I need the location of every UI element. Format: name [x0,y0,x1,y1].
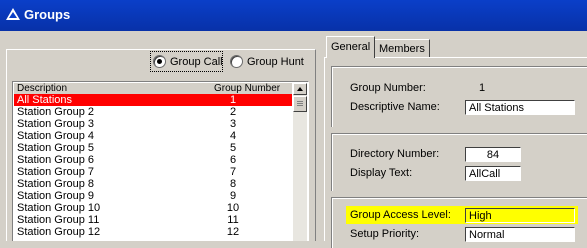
list-row[interactable]: Station Group 6 6 [14,154,292,166]
row-description: Station Group 4 [17,130,95,142]
app-icon [6,8,20,20]
row-group-number: 8 [229,178,237,190]
row-group-number: 4 [229,130,237,142]
list-row[interactable]: Station Group 3 3 [14,118,292,130]
directory-number-field[interactable]: 84 [465,147,521,162]
list-row[interactable]: Station Group 8 8 [14,178,292,190]
row-group-number: 2 [229,106,237,118]
list-row[interactable]: All Stations 1 [14,94,292,106]
column-header-group-number[interactable]: Group Number [214,83,280,94]
row-description: Station Group 11 [17,214,100,226]
display-text-field[interactable]: AllCall [465,166,521,181]
list-row[interactable]: Station Group 4 4 [14,130,292,142]
group-call-radio[interactable]: Group Call [153,55,223,68]
list-row[interactable]: Station Group 9 9 [14,190,292,202]
list-rows: All Stations 1 Station Group 2 2 Station G… [14,94,292,238]
list-row[interactable]: Station Group 5 5 [14,142,292,154]
row-group-number: 7 [229,166,237,178]
row-group-number: 10 [226,202,240,214]
row-group-number: 9 [229,190,237,202]
row-group-number: 12 [226,226,240,238]
group-call-label: Group Call [170,55,223,68]
descriptive-name-label: Descriptive Name: [350,101,440,113]
general-tab-page: Group Number: 1 Descriptive Name: All St… [324,57,587,248]
tab-general[interactable]: General [326,36,376,58]
group-number-value: 1 [479,82,486,94]
list-row[interactable]: Station Group 12 12 [14,226,292,238]
radio-selected-icon [153,55,166,68]
group-identity-section: Group Number: 1 Descriptive Name: All St… [331,66,587,127]
grip-line [297,101,303,102]
group-access-level-field[interactable]: High [465,208,575,223]
row-description: Station Group 6 [17,154,95,166]
row-group-number: 3 [229,118,237,130]
group-list[interactable]: Description Group Number All Stations 1 S… [12,81,309,241]
row-description: Station Group 8 [17,178,95,190]
vertical-scrollbar[interactable] [293,83,307,241]
group-hunt-label: Group Hunt [247,55,304,68]
row-description: Station Group 10 [17,202,101,214]
scroll-up-button[interactable] [293,83,307,95]
list-row[interactable]: Station Group 10 10 [14,202,292,214]
row-description: Station Group 5 [17,142,95,154]
row-description: Station Group 12 [17,226,101,238]
row-group-number: 11 [227,214,239,226]
row-group-number: 6 [229,154,237,166]
group-access-level-label: Group Access Level: [350,209,451,221]
row-group-number: 5 [229,142,237,154]
list-row[interactable]: Station Group 7 7 [14,166,292,178]
title-bar[interactable]: Groups [0,0,587,31]
row-description: Station Group 9 [17,190,95,202]
group-number-label: Group Number: [350,82,426,94]
radio-unselected-icon [230,55,243,68]
list-row[interactable]: Station Group 2 2 [14,106,292,118]
list-row[interactable]: Station Group 11 11 [14,214,292,226]
directory-section: Directory Number: 84 Display Text: AllCa… [331,133,587,191]
display-text-label: Display Text: [350,167,413,179]
group-hunt-radio[interactable]: Group Hunt [230,55,304,68]
window-title: Groups [24,7,71,22]
setup-priority-label: Setup Priority: [350,228,420,240]
grip-line [297,105,303,106]
row-description: Station Group 2 [17,106,95,118]
column-header-description[interactable]: Description [17,83,67,94]
directory-number-label: Directory Number: [350,148,440,160]
scroll-thumb[interactable] [293,96,307,112]
row-description: All Stations [17,94,73,106]
descriptive-name-field[interactable]: All Stations [465,100,575,115]
row-description: Station Group 3 [17,118,95,130]
row-description: Station Group 7 [17,166,95,178]
grip-line [297,103,303,104]
access-section: Group Access Level: High Setup Priority:… [331,197,587,248]
tab-members[interactable]: Members [374,39,430,58]
row-group-number: 1 [229,94,237,106]
arrow-up-icon [297,87,303,91]
